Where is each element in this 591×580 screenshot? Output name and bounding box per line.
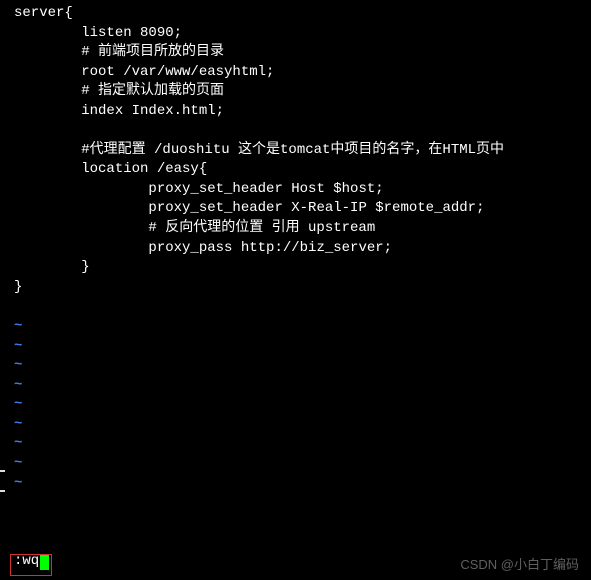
tilde-line: ~	[14, 356, 591, 376]
code-line: server{	[14, 4, 591, 24]
code-line: location /easy{	[14, 160, 591, 180]
code-line: # 前端项目所放的目录	[14, 43, 591, 63]
tilde-line: ~	[14, 337, 591, 357]
code-line: root /var/www/easyhtml;	[14, 63, 591, 83]
code-line: }	[14, 278, 591, 298]
code-line	[14, 122, 591, 141]
tilde-line: ~	[14, 434, 591, 454]
cursor-icon	[40, 554, 49, 570]
tilde-line: ~	[14, 317, 591, 337]
code-line: proxy_pass http://biz_server;	[14, 239, 591, 259]
code-line: listen 8090;	[14, 24, 591, 44]
code-line: # 反向代理的位置 引用 upstream	[14, 219, 591, 239]
code-line: index Index.html;	[14, 102, 591, 122]
command-text: :wq	[14, 552, 39, 572]
vim-editor[interactable]: server{ listen 8090; # 前端项目所放的目录 root /v…	[0, 0, 591, 580]
code-line: #代理配置 /duoshitu 这个是tomcat中项目的名字，在HTML页中	[14, 141, 591, 161]
code-line: proxy_set_header Host $host;	[14, 180, 591, 200]
left-margin-marks	[0, 470, 6, 510]
tilde-line: ~	[14, 395, 591, 415]
vim-command-line[interactable]: :wq	[14, 552, 49, 572]
tilde-line: ~	[14, 454, 591, 474]
code-line: proxy_set_header X-Real-IP $remote_addr;	[14, 199, 591, 219]
code-line: # 指定默认加载的页面	[14, 82, 591, 102]
watermark-text: CSDN @小白丁编码	[460, 556, 579, 574]
tilde-line: ~	[14, 474, 591, 494]
empty-line	[14, 297, 591, 317]
tilde-line: ~	[14, 415, 591, 435]
code-line: }	[14, 258, 591, 278]
tilde-line: ~	[14, 376, 591, 396]
